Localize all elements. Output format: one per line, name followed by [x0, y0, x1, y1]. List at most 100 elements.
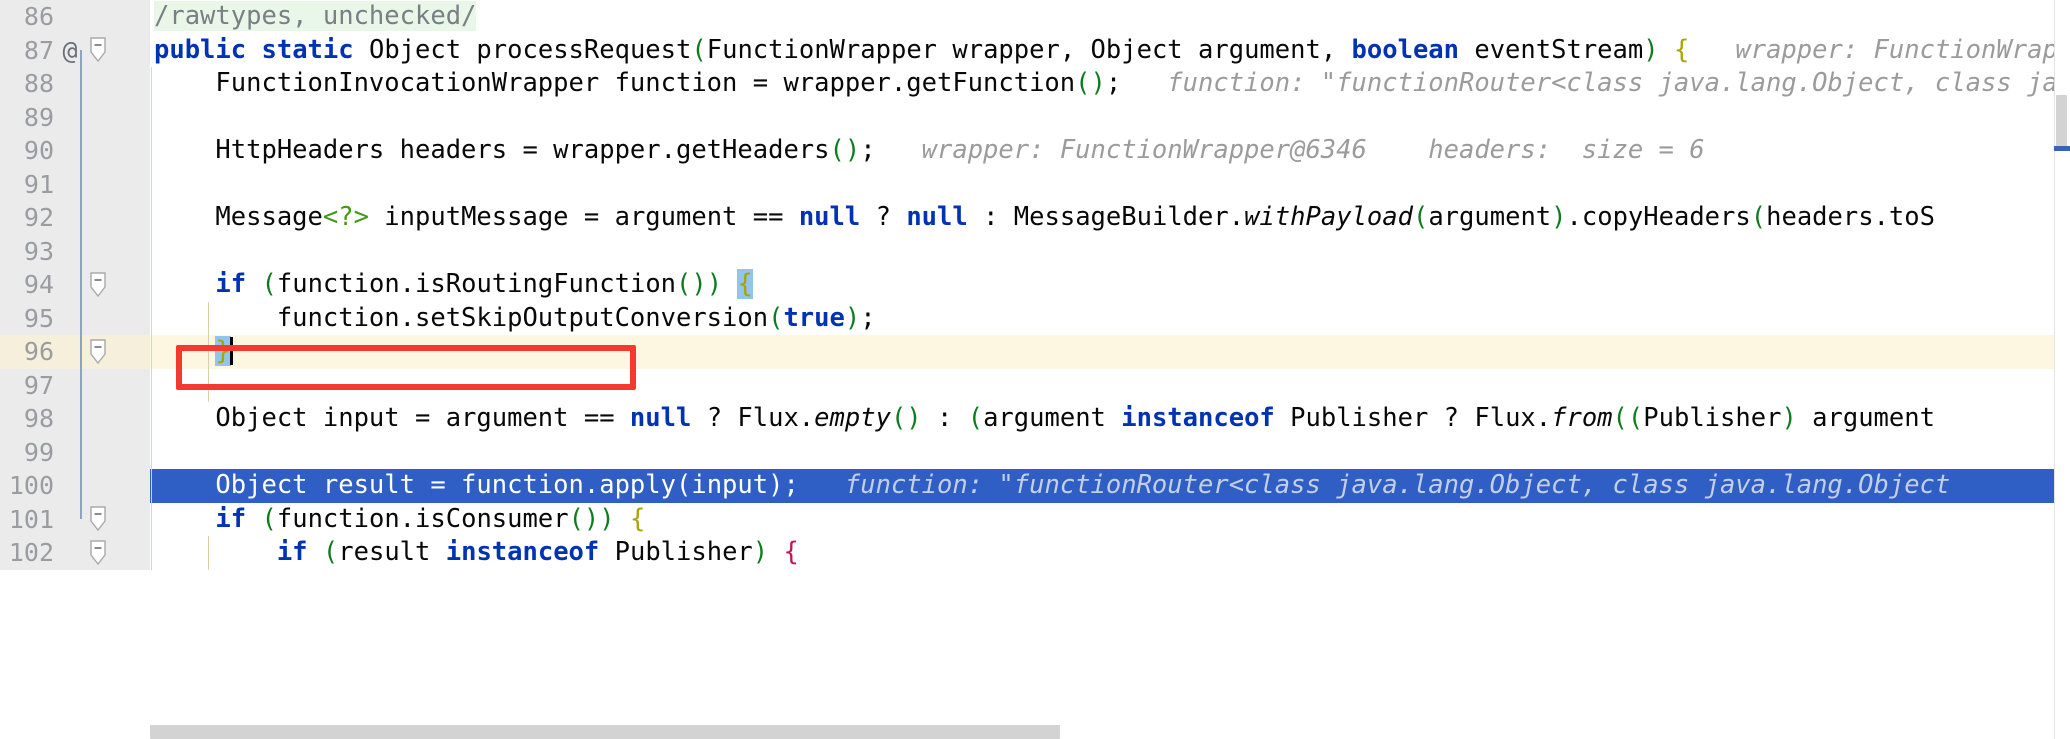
code-text: if (function.isRoutingFunction()) {	[154, 268, 753, 302]
editor-gutter[interactable]: 88	[0, 67, 150, 101]
editor-line[interactable]: 98 Object input = argument == null ? Flu…	[0, 402, 2070, 436]
line-number: 99	[23, 437, 54, 467]
code-line-content[interactable]	[150, 368, 2070, 402]
code-token: {	[783, 537, 799, 567]
editor-gutter[interactable]: 93	[0, 234, 150, 268]
code-token: ;	[783, 470, 799, 500]
code-line-content[interactable]: Object result = function.apply(input); f…	[150, 469, 2070, 503]
code-token: ()	[1075, 68, 1106, 98]
editor-gutter[interactable]: 89	[0, 100, 150, 134]
code-fold-icon[interactable]	[88, 339, 108, 365]
gutter-structure-guide	[80, 167, 82, 201]
code-line-content[interactable]: Message<?> inputMessage = argument == nu…	[150, 201, 2070, 235]
code-line-content[interactable]: if (function.isConsumer()) {	[150, 502, 2070, 536]
editor-gutter[interactable]: 102	[0, 536, 150, 570]
editor-line[interactable]: 93	[0, 234, 2070, 268]
editor-line-list[interactable]: 86/rawtypes, unchecked/87 @ public static…	[0, 0, 2070, 739]
editor-line[interactable]: 87 @ public static Object processRequest(…	[0, 33, 2070, 68]
code-line-content[interactable]	[150, 167, 2070, 201]
editor-line[interactable]: 102 if (result instanceof Publisher) {	[0, 536, 2070, 570]
editor-line[interactable]: 90 HttpHeaders headers = wrapper.getHead…	[0, 134, 2070, 168]
editor-line[interactable]: 100 Object result = function.apply(input…	[0, 469, 2070, 503]
editor-gutter[interactable]: 96	[0, 335, 150, 369]
code-line-content[interactable]: public static Object processRequest(Func…	[150, 34, 2070, 68]
code-line-content[interactable]: if (function.isRoutingFunction()) {	[150, 268, 2070, 302]
line-number: 97	[23, 370, 54, 400]
editor-gutter[interactable]: 87 @	[0, 33, 150, 67]
editor-line[interactable]: 88 FunctionInvocationWrapper function = …	[0, 67, 2070, 101]
code-token: )	[1643, 34, 1659, 65]
gutter-structure-guide	[80, 502, 82, 520]
editor-gutter[interactable]: 101	[0, 502, 150, 536]
editor-gutter[interactable]: 100	[0, 469, 150, 503]
code-token: argument	[983, 403, 1122, 433]
code-token: (	[261, 269, 277, 299]
code-text: public static Object processRequest(Func…	[154, 34, 2070, 68]
editor-line[interactable]: 89	[0, 100, 2070, 134]
code-line-content[interactable]: if (result instanceof Publisher) {	[150, 536, 2070, 570]
code-fold-icon[interactable]	[88, 272, 108, 298]
line-number: 88	[23, 69, 54, 99]
editor-gutter[interactable]: 90	[0, 134, 150, 168]
code-line-content[interactable]: }	[150, 335, 2070, 369]
code-text: HttpHeaders headers = wrapper.getHeaders…	[154, 134, 1705, 168]
code-line-content[interactable]: function.setSkipOutputConversion(true);	[150, 301, 2070, 335]
code-fold-icon[interactable]	[88, 506, 108, 532]
editor-line[interactable]: 97	[0, 368, 2070, 402]
code-line-content[interactable]: HttpHeaders headers = wrapper.getHeaders…	[150, 134, 2070, 168]
code-token: input	[691, 470, 769, 500]
code-token: static	[261, 34, 354, 65]
editor-line[interactable]: 94 if (function.isRoutingFunction()) {	[0, 268, 2070, 302]
editor-gutter[interactable]: 97	[0, 368, 150, 402]
code-line-content[interactable]: FunctionInvocationWrapper function = wra…	[150, 67, 2070, 101]
code-token: if	[215, 269, 247, 299]
line-number: 87	[23, 35, 54, 65]
source-code-editor[interactable]: 86/rawtypes, unchecked/87 @ public static…	[0, 0, 2070, 739]
editor-gutter[interactable]: 95	[0, 301, 150, 335]
code-fold-icon[interactable]	[88, 37, 108, 63]
vertical-scrollbar-thumb[interactable]	[2056, 95, 2067, 147]
horizontal-scrollbar[interactable]	[150, 725, 2054, 739]
code-line-content[interactable]	[150, 234, 2070, 268]
editor-line[interactable]: 92 Message<?> inputMessage = argument ==…	[0, 201, 2070, 235]
code-line-content[interactable]	[150, 435, 2070, 469]
editor-gutter[interactable]: 91	[0, 167, 150, 201]
code-text: Object result = function.apply(input); f…	[154, 469, 1950, 503]
editor-line[interactable]: 99	[0, 435, 2070, 469]
code-token: wrapper: FunctionWrapper@6346 headers: s…	[875, 135, 1705, 165]
code-line-content[interactable]	[150, 100, 2070, 134]
editor-gutter[interactable]: 86	[0, 0, 150, 34]
code-token: (	[261, 503, 277, 534]
editor-gutter[interactable]: 99	[0, 435, 150, 469]
code-token: <?>	[322, 202, 369, 232]
code-token: : MessageBuilder.	[967, 202, 1245, 232]
editor-gutter[interactable]: 94	[0, 268, 150, 302]
line-number: 102	[8, 538, 54, 568]
code-token: )	[599, 503, 615, 534]
code-token: function.isConsumer	[276, 503, 569, 534]
code-token: ((	[1612, 403, 1644, 433]
editor-line[interactable]: 101 if (function.isConsumer()) {	[0, 502, 2070, 536]
line-number: 93	[23, 236, 54, 266]
code-token: Publisher	[1643, 403, 1782, 433]
code-token: )	[1551, 202, 1567, 232]
gutter-structure-guide	[80, 234, 82, 268]
editor-line[interactable]: 86/rawtypes, unchecked/	[0, 0, 2070, 34]
editor-gutter[interactable]: 92	[0, 201, 150, 235]
code-text: }	[154, 335, 233, 369]
indent-guide	[151, 201, 152, 235]
code-fold-icon[interactable]	[88, 540, 108, 566]
horizontal-scrollbar-thumb[interactable]	[150, 725, 1060, 739]
vertical-scrollbar[interactable]	[2054, 0, 2070, 739]
editor-line[interactable]: 91	[0, 167, 2070, 201]
code-token: (	[322, 537, 339, 567]
gutter-structure-guide	[80, 368, 82, 402]
editor-gutter[interactable]: 98	[0, 402, 150, 436]
code-text: Message<?> inputMessage = argument == nu…	[154, 201, 1935, 235]
code-line-content[interactable]: Object input = argument == null ? Flux.e…	[150, 402, 2070, 436]
code-line-content[interactable]: /rawtypes, unchecked/	[150, 0, 2070, 34]
editor-line[interactable]: 96 }	[0, 335, 2070, 369]
editor-line[interactable]: 95 function.setSkipOutputConversion(true…	[0, 301, 2070, 335]
